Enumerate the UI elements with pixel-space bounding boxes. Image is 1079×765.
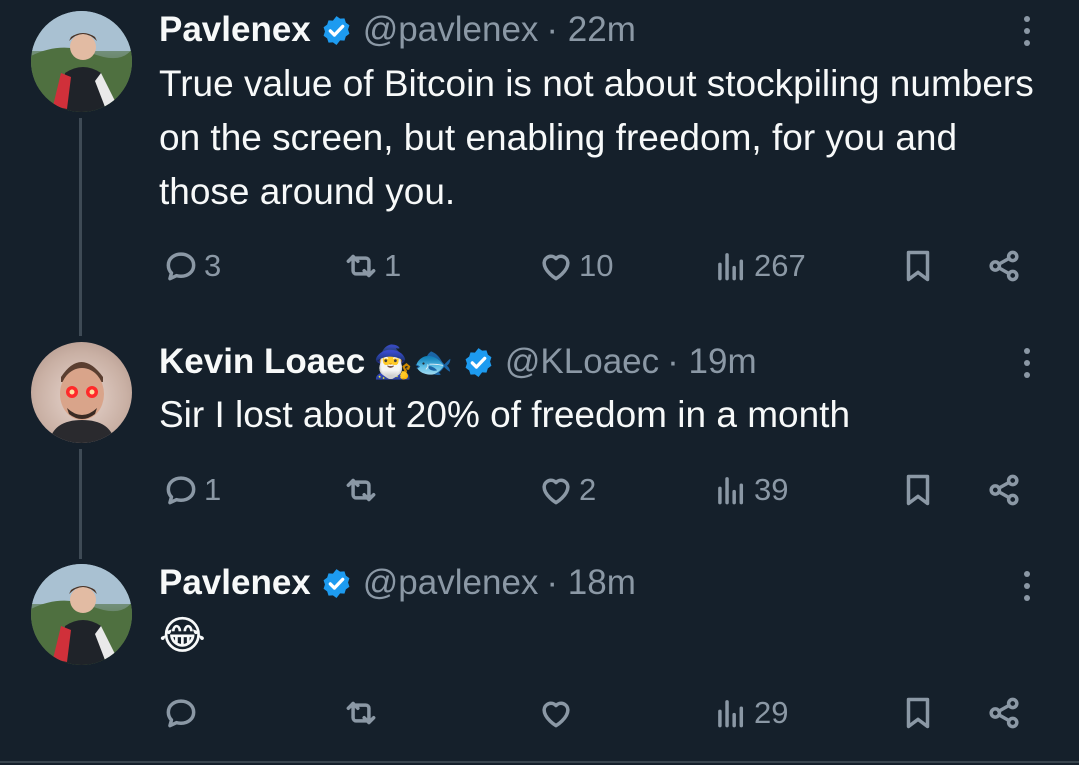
- share-icon: [989, 697, 1019, 729]
- tweet[interactable]: Pavlenex @pavlenex · 22m True value of B…: [0, 0, 1079, 320]
- bookmark-button[interactable]: [899, 471, 937, 509]
- retweet-button[interactable]: [342, 694, 384, 732]
- avatar-photo: [31, 11, 132, 112]
- bookmark-button[interactable]: [899, 694, 937, 732]
- retweet-icon: [346, 478, 376, 502]
- verified-badge-icon[interactable]: [320, 14, 353, 47]
- reply-icon: [166, 252, 196, 281]
- more-options-icon[interactable]: [1020, 16, 1034, 52]
- user-handle[interactable]: @KLoaec: [505, 342, 659, 382]
- reply-button[interactable]: [162, 694, 204, 732]
- timestamp[interactable]: · 19m: [667, 342, 756, 382]
- view-count: 29: [754, 695, 789, 730]
- retweet-button[interactable]: [342, 471, 384, 509]
- view-count: 267: [754, 248, 806, 283]
- views-button[interactable]: 267: [712, 247, 806, 285]
- display-name[interactable]: Pavlenex: [159, 563, 311, 603]
- timestamp[interactable]: · 18m: [546, 563, 635, 603]
- heart-icon: [542, 701, 570, 728]
- tweet-actions: 1 2 39: [0, 471, 1079, 511]
- user-handle[interactable]: @pavlenex: [363, 563, 539, 603]
- retweet-button[interactable]: 1: [342, 247, 401, 285]
- display-name[interactable]: Pavlenex: [159, 10, 311, 50]
- timestamp[interactable]: · 22m: [546, 10, 635, 50]
- bookmark-icon: [906, 697, 930, 729]
- verified-badge-icon[interactable]: [462, 346, 495, 379]
- verified-badge-icon[interactable]: [320, 567, 353, 600]
- tweet-actions: 3 1 10 267: [0, 247, 1079, 287]
- share-icon: [989, 474, 1019, 506]
- like-count: 10: [579, 248, 614, 283]
- avatar-photo: [49, 362, 115, 443]
- reply-button[interactable]: 3: [162, 247, 221, 285]
- views-button[interactable]: 39: [712, 471, 788, 509]
- divider: [0, 761, 1079, 763]
- bookmark-icon: [906, 250, 930, 282]
- bookmark-icon: [906, 474, 930, 506]
- like-button[interactable]: 10: [537, 247, 613, 285]
- tweet-text: True value of Bitcoin is not about stock…: [159, 63, 1034, 212]
- avatar[interactable]: [31, 11, 132, 112]
- tweet[interactable]: Pavlenex @pavlenex · 18m 😂 29: [0, 553, 1079, 758]
- reply-button[interactable]: 1: [162, 471, 221, 509]
- share-button[interactable]: [985, 247, 1023, 285]
- display-name[interactable]: Kevin Loaec: [159, 342, 365, 382]
- tweet-text: 😂: [159, 614, 206, 658]
- share-icon: [989, 250, 1019, 282]
- avatar[interactable]: [31, 342, 132, 443]
- like-count: 2: [579, 472, 597, 507]
- user-handle[interactable]: @pavlenex: [363, 10, 539, 50]
- retweet-count: 1: [384, 248, 402, 283]
- like-button[interactable]: 2: [537, 471, 596, 509]
- views-chart-icon: [718, 477, 744, 505]
- views-chart-icon: [718, 700, 744, 728]
- share-button[interactable]: [985, 694, 1023, 732]
- more-options-icon[interactable]: [1020, 571, 1034, 607]
- name-emoji: 🧙‍♂️🐟: [373, 344, 453, 380]
- bookmark-button[interactable]: [899, 247, 937, 285]
- share-button[interactable]: [985, 471, 1023, 509]
- more-options-icon[interactable]: [1020, 348, 1034, 384]
- heart-icon: [542, 478, 570, 505]
- avatar-photo: [31, 564, 132, 665]
- reply-count: 1: [204, 472, 222, 507]
- tweet-header: Pavlenex @pavlenex · 18m: [159, 561, 636, 605]
- view-count: 39: [754, 472, 789, 507]
- tweet[interactable]: Kevin Loaec 🧙‍♂️🐟 @KLoaec · 19m Sir I lo…: [0, 330, 1079, 555]
- avatar[interactable]: [31, 564, 132, 665]
- reply-icon: [166, 699, 196, 728]
- retweet-icon: [346, 701, 376, 725]
- views-button[interactable]: 29: [712, 694, 788, 732]
- tweet-header: Pavlenex @pavlenex · 22m: [159, 8, 636, 52]
- reply-count: 3: [204, 248, 222, 283]
- views-chart-icon: [718, 253, 744, 281]
- reply-icon: [166, 476, 196, 505]
- tweet-actions: 29: [0, 694, 1079, 734]
- like-button[interactable]: [537, 694, 579, 732]
- heart-icon: [542, 254, 570, 281]
- tweet-text: Sir I lost about 20% of freedom in a mon…: [159, 394, 851, 435]
- tweet-header: Kevin Loaec 🧙‍♂️🐟 @KLoaec · 19m: [159, 340, 757, 384]
- retweet-icon: [346, 254, 376, 278]
